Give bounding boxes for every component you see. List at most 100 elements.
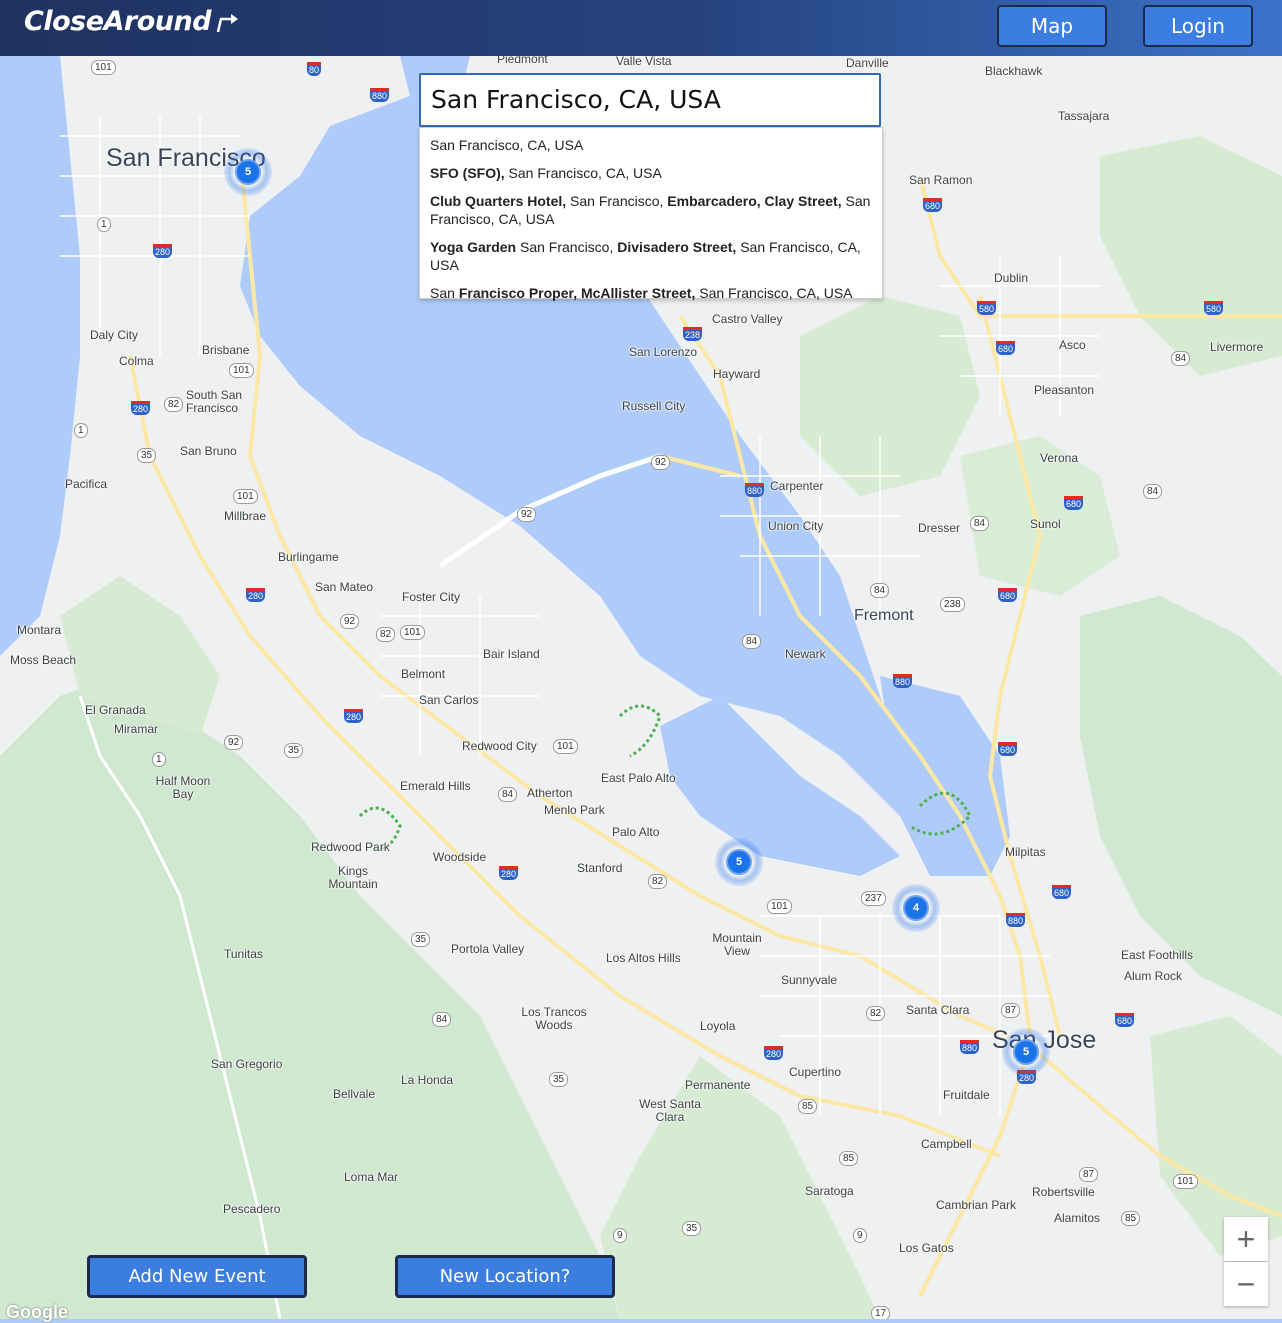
map-nav-button[interactable]: Map bbox=[997, 5, 1107, 47]
suggestion-text: San Francisco, bbox=[516, 239, 618, 255]
place-label: Stanford bbox=[577, 861, 623, 875]
cluster-count: 5 bbox=[235, 159, 261, 185]
place-label: Dublin bbox=[994, 271, 1029, 285]
place-label: Union City bbox=[768, 519, 824, 533]
route-shield: 84 bbox=[870, 583, 890, 598]
route-shield: 1 bbox=[97, 217, 111, 232]
route-shield: 92 bbox=[517, 507, 537, 522]
route-shield: 85 bbox=[839, 1151, 859, 1166]
event-cluster-marker[interactable]: 5 bbox=[715, 838, 763, 886]
route-shield: 84 bbox=[970, 516, 990, 531]
place-label: Half Moon Bay bbox=[155, 774, 211, 801]
place-label: Danville bbox=[846, 56, 889, 70]
route-shield: 35 bbox=[682, 1221, 702, 1236]
route-shield: 680 bbox=[998, 588, 1018, 602]
suggestion-text: San bbox=[430, 285, 459, 301]
route-shield: 92 bbox=[224, 735, 244, 750]
route-shield: 35 bbox=[549, 1072, 569, 1087]
place-label: Palo Alto bbox=[612, 825, 660, 839]
suggestion-match: Yoga Garden bbox=[430, 239, 517, 255]
route-shield: 101 bbox=[229, 363, 254, 378]
place-label: Daly City bbox=[90, 328, 139, 342]
suggestion-item[interactable]: Yoga Garden San Francisco, Divisadero St… bbox=[420, 236, 882, 276]
route-shield: 880 bbox=[370, 88, 390, 102]
suggestion-item[interactable]: Club Quarters Hotel, San Francisco, Emba… bbox=[420, 190, 882, 230]
login-button[interactable]: Login bbox=[1143, 5, 1253, 47]
suggestion-text: San Francisco, CA, USA bbox=[504, 165, 662, 181]
search-suggestions: San Francisco, CA, USA SFO (SFO), San Fr… bbox=[419, 127, 883, 301]
suggestion-match: Francisco Proper, McAllister Street, bbox=[458, 285, 696, 301]
place-label: Colma bbox=[119, 354, 154, 368]
place-label: East Foothills bbox=[1121, 948, 1194, 962]
route-shield: 101 bbox=[91, 60, 116, 75]
place-label: Santa Clara bbox=[906, 1003, 970, 1017]
place-label: Los Gatos bbox=[899, 1241, 954, 1255]
route-shield: 35 bbox=[411, 932, 431, 947]
place-label: Redwood City bbox=[462, 739, 537, 753]
route-shield: 680 bbox=[1052, 885, 1072, 899]
place-label: Pacifica bbox=[65, 477, 108, 491]
zoom-out-button[interactable]: − bbox=[1224, 1262, 1268, 1306]
place-label: Milpitas bbox=[1005, 845, 1046, 859]
suggestion-item[interactable]: San Francisco Proper, McAllister Street,… bbox=[420, 282, 882, 304]
logo-text: CloseAround bbox=[24, 6, 212, 37]
cluster-count: 4 bbox=[903, 895, 929, 921]
suggestion-item[interactable]: SFO (SFO), San Francisco, CA, USA bbox=[420, 162, 882, 184]
suggestion-match: SFO (SFO), bbox=[430, 165, 505, 181]
route-shield: 92 bbox=[340, 614, 360, 629]
route-shield: 580 bbox=[1204, 301, 1224, 315]
place-label: Miramar bbox=[114, 722, 158, 736]
event-cluster-marker[interactable]: 5 bbox=[1002, 1028, 1050, 1076]
route-shield: 880 bbox=[960, 1040, 980, 1054]
place-label: Hayward bbox=[713, 367, 761, 381]
place-label: Saratoga bbox=[805, 1184, 854, 1198]
google-attribution: Google bbox=[6, 1302, 68, 1322]
place-label: Kings Mountain bbox=[328, 864, 378, 891]
add-new-event-button[interactable]: Add New Event bbox=[87, 1255, 307, 1298]
suggestion-text: San Francisco, CA, USA bbox=[695, 285, 853, 301]
route-shield: 17 bbox=[871, 1306, 891, 1319]
suggestion-item[interactable]: San Francisco, CA, USA bbox=[420, 134, 882, 156]
suggestion-text: San Francisco, bbox=[566, 193, 668, 209]
event-cluster-marker[interactable]: 5 bbox=[224, 148, 272, 196]
place-label: Redwood Park bbox=[311, 840, 390, 854]
suggestion-match: Divisadero Street, bbox=[617, 239, 737, 255]
route-shield: 280 bbox=[131, 401, 151, 415]
place-label: South San Francisco bbox=[186, 388, 243, 415]
route-shield: 85 bbox=[1121, 1211, 1141, 1226]
place-label: Los Trancos Woods bbox=[521, 1005, 587, 1032]
logo-arrow-icon bbox=[216, 13, 239, 32]
place-label: San Lorenzo bbox=[629, 345, 698, 359]
route-shield: 580 bbox=[977, 301, 997, 315]
location-search-input[interactable]: San Francisco, CA, USA bbox=[419, 73, 881, 127]
route-shield: 35 bbox=[284, 743, 304, 758]
place-label: Carpenter bbox=[770, 479, 824, 493]
place-label: Piedmont bbox=[497, 56, 548, 66]
route-shield: 85 bbox=[798, 1099, 818, 1114]
app-header: CloseAround Map Login bbox=[0, 0, 1282, 56]
place-label: Pleasanton bbox=[1034, 383, 1095, 397]
place-label: Brisbane bbox=[202, 343, 250, 357]
route-shield: 101 bbox=[767, 899, 792, 914]
place-label: San Bruno bbox=[180, 444, 237, 458]
place-label: Bair Island bbox=[483, 647, 540, 661]
zoom-in-button[interactable]: + bbox=[1224, 1217, 1268, 1261]
place-label: El Granada bbox=[85, 703, 146, 717]
place-label: Foster City bbox=[402, 590, 461, 604]
place-label: Menlo Park bbox=[544, 803, 605, 817]
route-shield: 680 bbox=[996, 341, 1016, 355]
place-label: San Carlos bbox=[419, 693, 479, 707]
logo[interactable]: CloseAround bbox=[24, 6, 241, 37]
place-label: Moss Beach bbox=[10, 653, 77, 667]
new-location-button[interactable]: New Location? bbox=[395, 1255, 615, 1298]
place-label: Sunnyvale bbox=[781, 973, 838, 987]
event-cluster-marker[interactable]: 4 bbox=[892, 884, 940, 932]
suggestion-text: San Francisco, CA, USA bbox=[430, 137, 584, 153]
cluster-count: 5 bbox=[1013, 1039, 1039, 1065]
place-label: Belmont bbox=[401, 667, 446, 681]
route-shield: 680 bbox=[1064, 496, 1084, 510]
cluster-count: 5 bbox=[726, 849, 752, 875]
place-label: Emerald Hills bbox=[400, 779, 471, 793]
place-label: Montara bbox=[17, 623, 62, 637]
route-shield: 84 bbox=[432, 1012, 452, 1027]
